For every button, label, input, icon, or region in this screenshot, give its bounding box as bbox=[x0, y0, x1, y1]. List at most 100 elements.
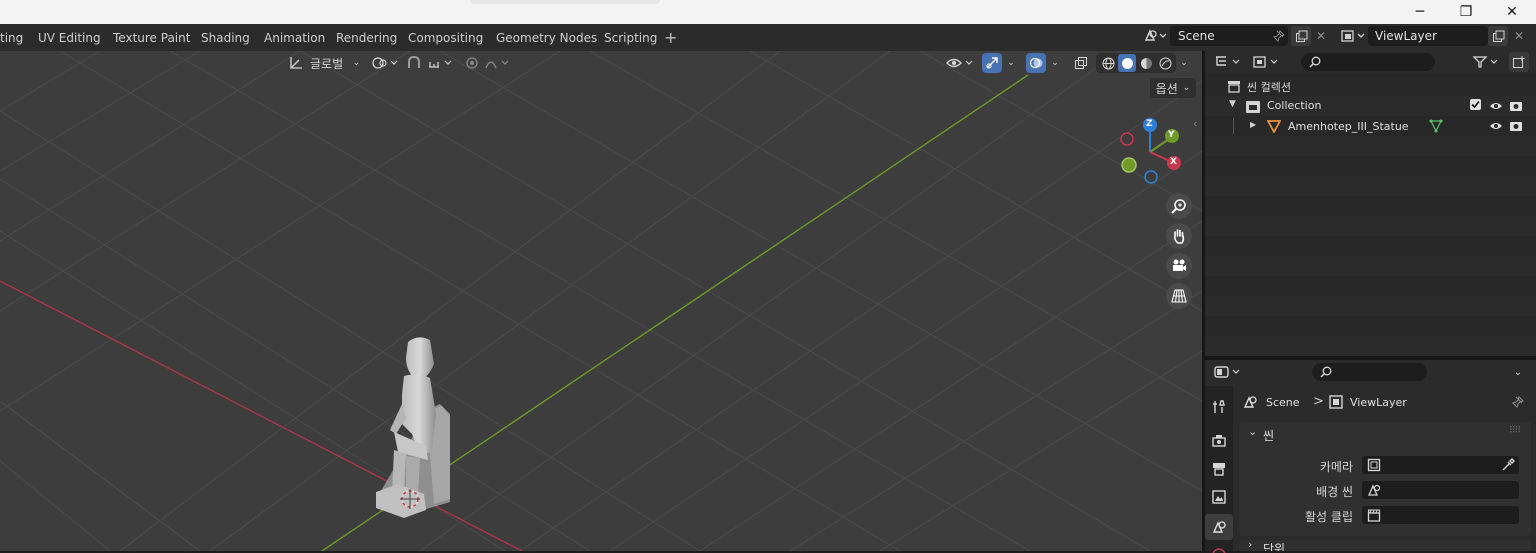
camera-view-button[interactable] bbox=[1166, 253, 1192, 279]
delete-scene-icon[interactable]: ✕ bbox=[1312, 26, 1330, 46]
tool-icon[interactable] bbox=[1212, 400, 1226, 414]
exclude-checkbox[interactable] bbox=[1470, 99, 1481, 110]
perspective-toggle-button[interactable] bbox=[1166, 283, 1192, 309]
overlays-toggle[interactable] bbox=[1026, 53, 1046, 73]
close-window-button[interactable]: ✕ bbox=[1489, 0, 1535, 24]
add-workspace-button[interactable]: + bbox=[664, 28, 677, 47]
properties-tab-column bbox=[1205, 386, 1233, 553]
pin-icon[interactable] bbox=[1270, 26, 1288, 46]
tab-layout[interactable]: ting bbox=[0, 24, 23, 51]
transform-orientation-dropdown[interactable]: 글로벌 ⌄ bbox=[284, 53, 364, 73]
eye-icon[interactable] bbox=[1489, 100, 1503, 112]
eyedropper-icon[interactable] bbox=[1501, 458, 1515, 472]
scene-panel: ⌄ 씬 ⠿⠿ 카메라 배경 씬 활성 클립 bbox=[1239, 422, 1531, 536]
new-collection-button[interactable] bbox=[1509, 52, 1529, 72]
viewport-header: 글로벌 ⌄ ⌄ ⌄ ⌄ bbox=[0, 51, 1202, 75]
tree-row-empty bbox=[1205, 296, 1536, 316]
tab-animation[interactable]: Animation bbox=[264, 24, 325, 51]
editor-type-dropdown[interactable] bbox=[1213, 362, 1245, 382]
eye-icon[interactable] bbox=[1489, 120, 1503, 132]
tab-scripting[interactable]: Scripting bbox=[604, 24, 657, 51]
units-panel-title: 단위 bbox=[1263, 542, 1286, 551]
eye-icon bbox=[946, 58, 973, 68]
magnet-icon bbox=[408, 56, 420, 68]
wireframe-shading-button[interactable] bbox=[1099, 54, 1117, 72]
3d-viewport[interactable]: 글로벌 ⌄ ⌄ ⌄ ⌄ 옵션 ⌄ ‹ Z Y X bbox=[0, 51, 1202, 551]
pivot-icon bbox=[372, 57, 398, 69]
view-layer-icon bbox=[1329, 395, 1343, 409]
editor-type-dropdown[interactable] bbox=[1213, 52, 1245, 72]
shading-dropdown[interactable]: ⌄ bbox=[1176, 53, 1192, 73]
xray-toggle[interactable] bbox=[1071, 53, 1091, 73]
tab-compositing[interactable]: Compositing bbox=[408, 24, 483, 51]
material-shading-button[interactable] bbox=[1137, 54, 1155, 72]
tree-row-empty bbox=[1205, 256, 1536, 276]
new-scene-icon[interactable] bbox=[1291, 26, 1311, 46]
output-icon[interactable] bbox=[1212, 462, 1226, 476]
zoom-button[interactable] bbox=[1166, 193, 1192, 219]
scene-tab-active[interactable] bbox=[1205, 514, 1233, 540]
options-dropdown[interactable]: ⌄ bbox=[1509, 362, 1527, 382]
tree-row-scene-collection[interactable]: 씬 컬렉션 bbox=[1205, 76, 1536, 96]
pin-icon[interactable] bbox=[1511, 395, 1525, 409]
snap-target-dropdown[interactable] bbox=[426, 53, 456, 73]
tab-geometry-nodes[interactable]: Geometry Nodes bbox=[496, 24, 597, 51]
object-visibility-dropdown[interactable] bbox=[944, 53, 976, 73]
pan-button[interactable] bbox=[1166, 223, 1192, 249]
expand-arrow-icon[interactable]: ▶ bbox=[1250, 120, 1256, 129]
overlays-dropdown[interactable]: ⌄ bbox=[1047, 53, 1063, 73]
tree-row-empty bbox=[1205, 276, 1536, 296]
maximize-button[interactable]: ❐ bbox=[1443, 0, 1489, 24]
render-icon[interactable] bbox=[1212, 434, 1226, 448]
tab-shading[interactable]: Shading bbox=[201, 24, 250, 51]
proportional-edit-toggle[interactable] bbox=[462, 53, 482, 73]
rendered-shading-button[interactable] bbox=[1156, 54, 1174, 72]
viewport-options-button[interactable]: 옵션 ⌄ bbox=[1150, 78, 1196, 98]
mesh-data-icon[interactable] bbox=[1429, 119, 1443, 133]
tab-rendering[interactable]: Rendering bbox=[336, 24, 397, 51]
scene-icon bbox=[1367, 484, 1381, 496]
falloff-dropdown[interactable] bbox=[483, 53, 513, 73]
viewlayer-name-field[interactable]: ViewLayer bbox=[1368, 26, 1488, 46]
shading-mode-group bbox=[1096, 53, 1176, 73]
breadcrumb-separator: > bbox=[1313, 394, 1324, 409]
snap-toggle[interactable] bbox=[404, 53, 424, 73]
search-icon bbox=[1309, 56, 1321, 68]
tree-guide-line bbox=[1233, 118, 1234, 134]
filter-dropdown[interactable] bbox=[1471, 52, 1503, 72]
collapse-chevron-icon: ⌄ bbox=[1248, 425, 1258, 438]
properties-search-input[interactable] bbox=[1312, 363, 1427, 381]
tab-texture-paint[interactable]: Texture Paint bbox=[113, 24, 190, 51]
scene-browse-icon[interactable] bbox=[1140, 26, 1170, 46]
sidebar-toggle-icon[interactable]: ‹ bbox=[1193, 117, 1197, 130]
minimize-button[interactable]: ─ bbox=[1397, 0, 1443, 24]
new-viewlayer-icon[interactable] bbox=[1488, 26, 1508, 46]
delete-viewlayer-icon[interactable]: ✕ bbox=[1510, 26, 1528, 46]
orientation-icon bbox=[290, 57, 302, 69]
world-icon[interactable] bbox=[1212, 545, 1226, 553]
view-layer-icon[interactable] bbox=[1212, 490, 1226, 504]
viewlayer-browse-icon[interactable] bbox=[1338, 26, 1368, 46]
gizmo-dropdown[interactable]: ⌄ bbox=[1003, 53, 1019, 73]
render-camera-icon[interactable] bbox=[1509, 120, 1523, 132]
drag-handle-icon[interactable]: ⠿⠿ bbox=[1509, 426, 1521, 436]
scene-panel-header[interactable]: ⌄ 씬 ⠿⠿ bbox=[1239, 422, 1531, 446]
outliner-search-input[interactable] bbox=[1301, 53, 1435, 71]
breadcrumb-scene: Scene bbox=[1266, 396, 1300, 409]
pivot-point-button[interactable] bbox=[368, 53, 402, 73]
active-clip-field[interactable] bbox=[1362, 506, 1519, 524]
camera-field[interactable] bbox=[1362, 456, 1519, 474]
statue-object[interactable] bbox=[368, 334, 458, 519]
tree-row-statue[interactable]: ▶ Amenhotep_III_Statue bbox=[1205, 116, 1536, 136]
tree-row-collection[interactable]: ▼ Collection bbox=[1205, 96, 1536, 116]
hand-icon bbox=[1174, 229, 1185, 244]
solid-shading-button[interactable] bbox=[1118, 54, 1136, 72]
expand-arrow-icon[interactable]: ▼ bbox=[1229, 99, 1236, 109]
chevron-down-icon: ⌄ bbox=[1182, 83, 1191, 93]
tab-uv-editing[interactable]: UV Editing bbox=[38, 24, 101, 51]
render-camera-icon[interactable] bbox=[1509, 100, 1523, 112]
display-mode-dropdown[interactable] bbox=[1251, 52, 1283, 72]
units-panel[interactable]: › 단위 bbox=[1239, 540, 1531, 551]
background-scene-field[interactable] bbox=[1362, 481, 1519, 499]
gizmo-toggle[interactable] bbox=[982, 53, 1002, 73]
